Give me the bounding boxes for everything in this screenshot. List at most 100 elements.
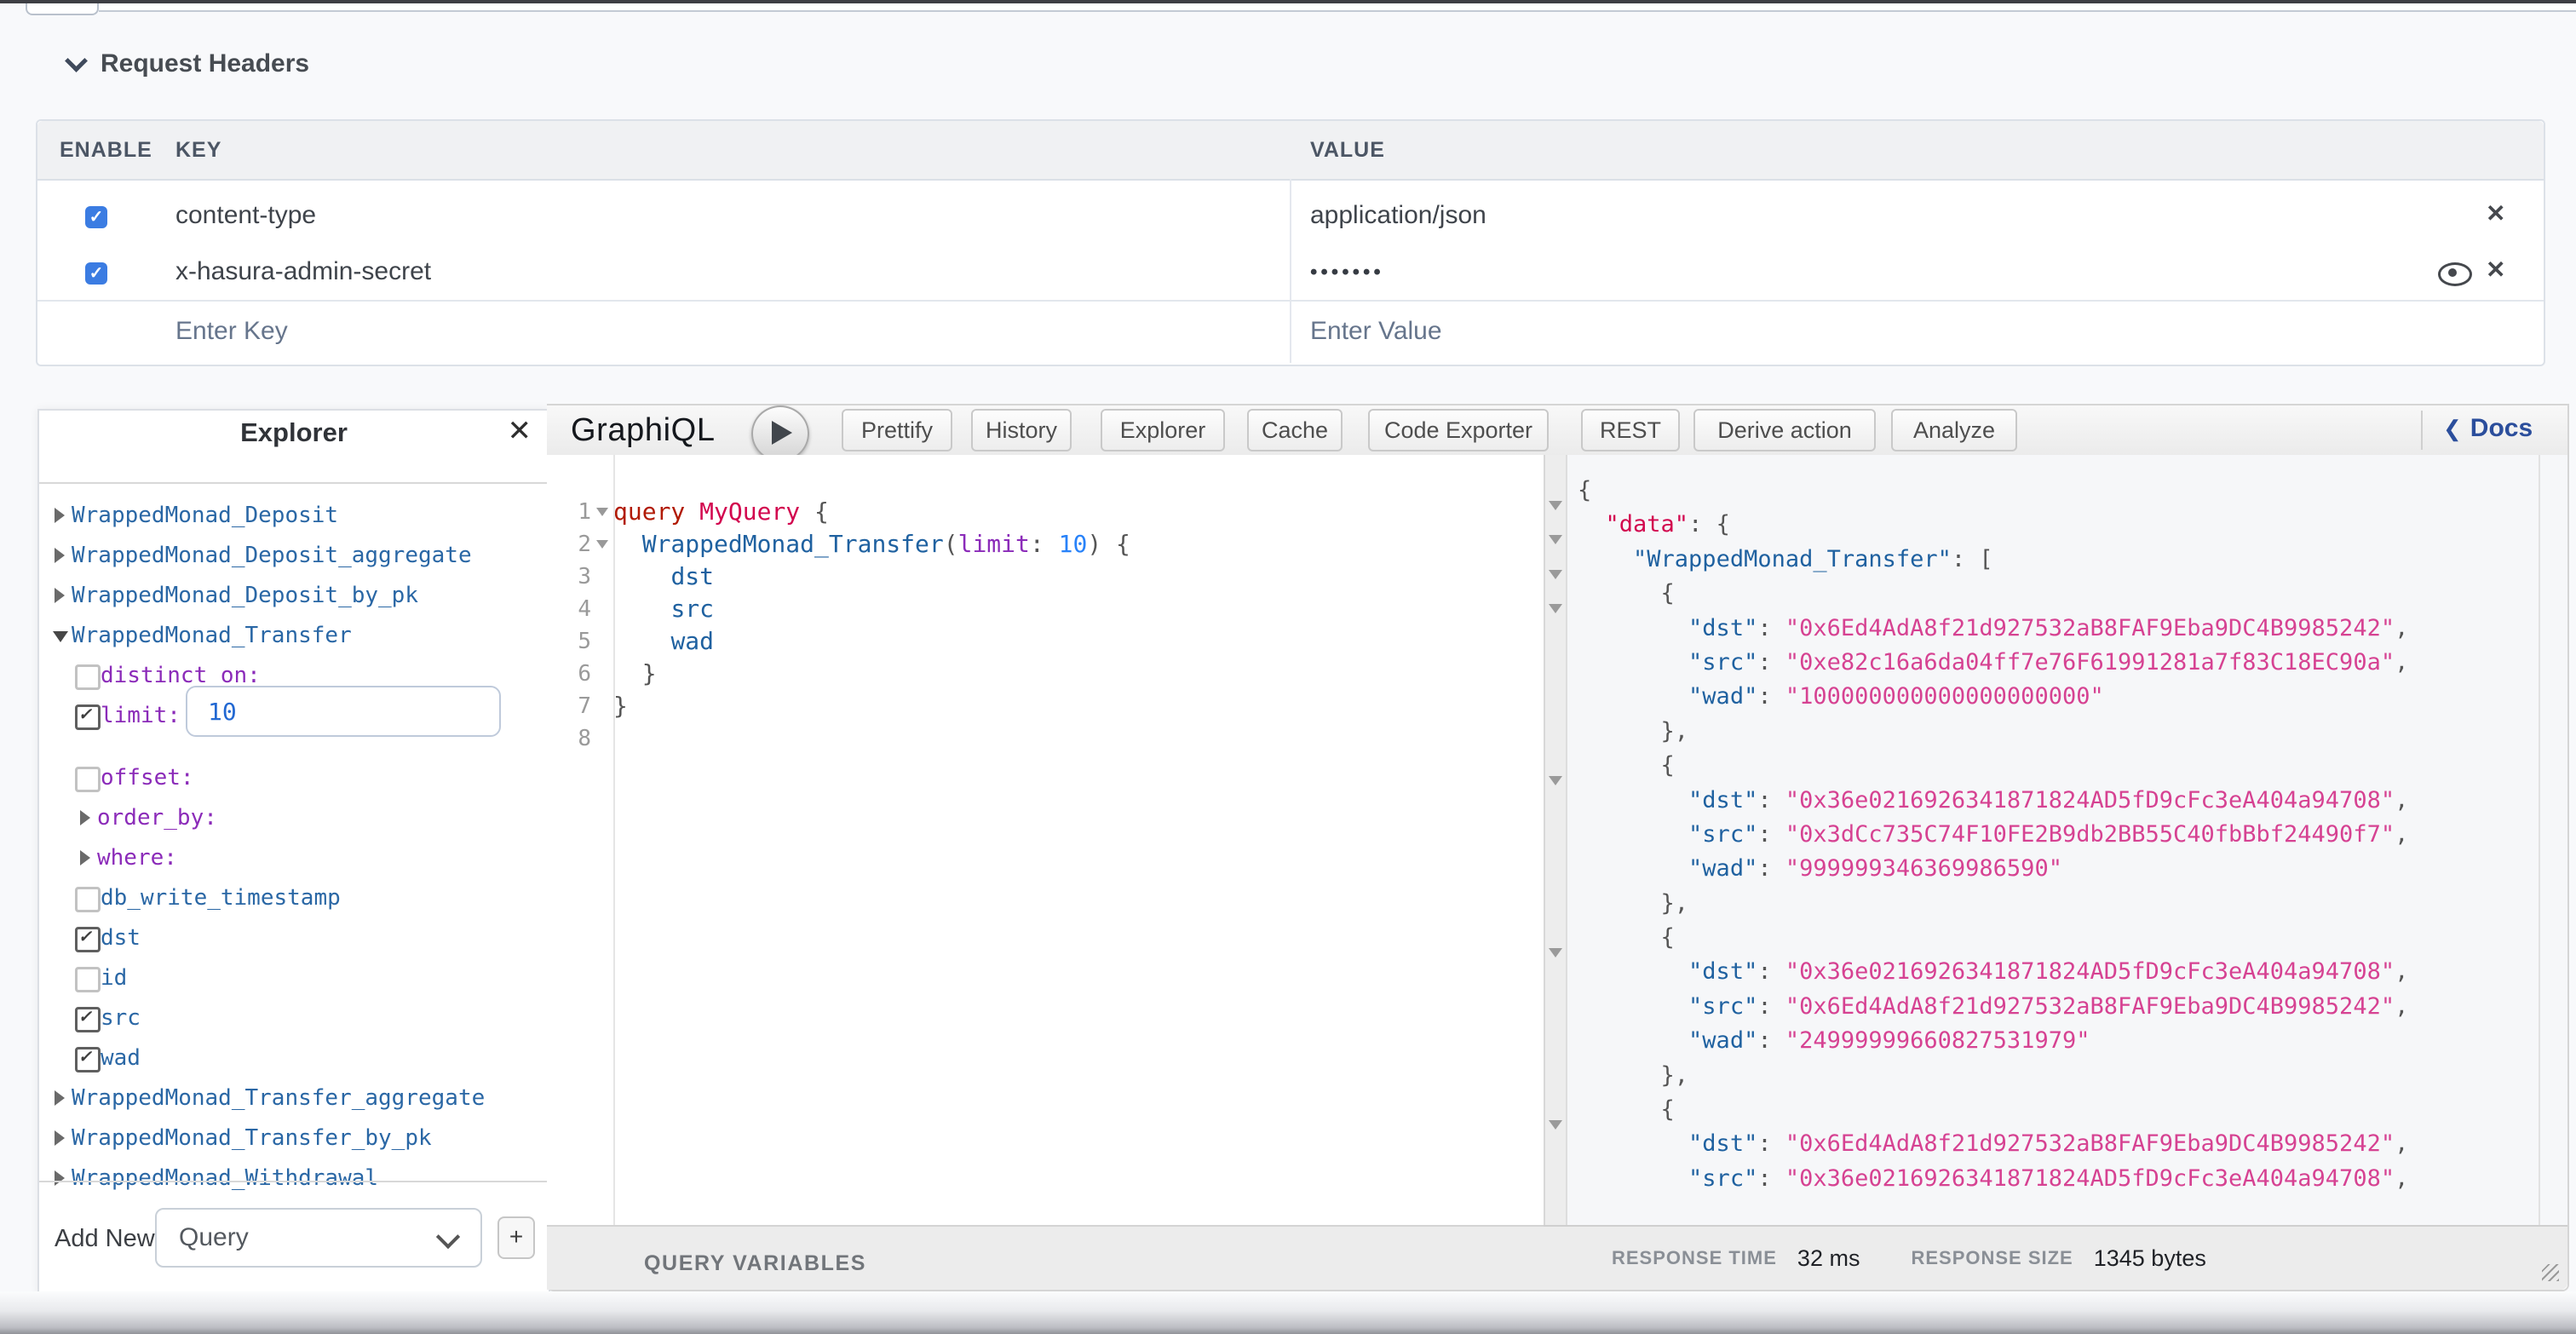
explorer-item-label[interactable]: src — [101, 1005, 141, 1031]
query-editor[interactable]: 1query MyQuery {2 WrappedMonad_Transfer(… — [547, 455, 1544, 1225]
fold-arrow-icon[interactable] — [1549, 604, 1562, 613]
reveal-eye-icon[interactable] — [2438, 262, 2472, 286]
fold-arrow-icon[interactable] — [1549, 1120, 1562, 1130]
header-key[interactable]: content-type — [175, 201, 316, 230]
explorer-item-label[interactable]: WrappedMonad_Transfer_aggregate — [72, 1085, 485, 1111]
execute-query-button[interactable] — [751, 405, 809, 462]
caret-right-icon[interactable] — [55, 588, 65, 603]
code-token — [1578, 787, 1688, 814]
code-token — [613, 627, 670, 655]
fold-arrow-icon[interactable] — [1549, 948, 1562, 957]
add-operation-button[interactable]: + — [497, 1216, 535, 1259]
caret-right-icon[interactable] — [80, 850, 90, 865]
explorer-item-label[interactable]: dst — [101, 925, 141, 951]
explorer-item[interactable]: id — [39, 967, 549, 1001]
code-token — [1578, 993, 1688, 1020]
enable-checkbox[interactable]: ✓ — [85, 262, 107, 285]
fold-arrow-icon[interactable] — [1549, 570, 1562, 579]
explorer-item[interactable]: WrappedMonad_Transfer_by_pk — [39, 1127, 549, 1161]
operation-type-select[interactable]: Query — [155, 1208, 482, 1268]
query-variables-bar[interactable]: QUERY VARIABLES — [547, 1225, 1544, 1290]
explorer-item-label[interactable]: WrappedMonad_Deposit_aggregate — [72, 543, 472, 568]
response-line: }, — [1567, 715, 2539, 749]
value-input-placeholder[interactable]: Enter Value — [1310, 317, 1442, 346]
limit-value-input[interactable]: 10 — [186, 686, 501, 737]
collapse-chevron-icon[interactable] — [68, 53, 83, 68]
explorer-item[interactable]: order_by: — [39, 807, 549, 841]
remove-header-icon[interactable]: ✕ — [2486, 256, 2505, 284]
key-input-placeholder[interactable]: Enter Key — [175, 317, 288, 346]
toolbar-button-cache[interactable]: Cache — [1247, 409, 1343, 451]
explorer-item-label[interactable]: WrappedMonad_Withdrawal — [72, 1165, 378, 1191]
explorer-item-label[interactable]: wad — [101, 1045, 141, 1071]
header-value[interactable]: ••••••• — [1310, 261, 1384, 285]
explorer-item[interactable]: src — [39, 1007, 549, 1041]
explorer-item[interactable]: WrappedMonad_Deposit — [39, 504, 549, 538]
caret-right-icon[interactable] — [55, 1090, 65, 1106]
fold-arrow-icon[interactable] — [1549, 776, 1562, 785]
explorer-item-label[interactable]: distinct_on: — [101, 663, 261, 688]
toolbar-button-explorer[interactable]: Explorer — [1101, 409, 1225, 451]
enable-checkbox[interactable]: ✓ — [85, 206, 107, 228]
caret-down-icon[interactable] — [53, 631, 68, 642]
explorer-item[interactable]: dst — [39, 927, 549, 961]
explorer-item[interactable]: wad — [39, 1047, 549, 1081]
header-key[interactable]: x-hasura-admin-secret — [175, 257, 431, 286]
response-scrollbar[interactable] — [2539, 455, 2567, 1225]
explorer-item-label[interactable]: WrappedMonad_Deposit_by_pk — [72, 583, 418, 608]
line-gutter: 8 — [547, 722, 613, 755]
page-bottom-gradient — [0, 1291, 2576, 1334]
caret-right-icon[interactable] — [55, 508, 65, 523]
fold-arrow-icon[interactable] — [596, 508, 608, 516]
caret-right-icon[interactable] — [55, 1130, 65, 1146]
checkbox-unchecked[interactable] — [75, 967, 101, 992]
explorer-item[interactable]: where: — [39, 847, 549, 881]
explorer-item-label[interactable]: offset: — [101, 765, 194, 791]
code-token: { — [1578, 477, 1591, 503]
checkbox-unchecked[interactable] — [75, 767, 101, 792]
toolbar-button-derive-action[interactable]: Derive action — [1693, 409, 1876, 451]
checkbox-checked[interactable] — [75, 1007, 101, 1032]
explorer-item[interactable]: WrappedMonad_Deposit_aggregate — [39, 544, 549, 578]
caret-right-icon[interactable] — [80, 810, 90, 825]
explorer-item-label[interactable]: db_write_timestamp — [101, 885, 341, 911]
fold-arrow-icon[interactable] — [596, 540, 608, 549]
resize-handle-icon[interactable] — [2542, 1264, 2559, 1281]
checkbox-unchecked[interactable] — [75, 887, 101, 912]
code-token: "0x6Ed4AdA8f21d927532aB8FAF9Eba9DC4B9985… — [1785, 615, 2395, 641]
checkbox-checked[interactable] — [75, 1047, 101, 1072]
explorer-item-label[interactable]: id — [101, 965, 127, 991]
close-icon[interactable]: ✕ — [508, 414, 532, 448]
toolbar-button-history[interactable]: History — [971, 409, 1072, 451]
fold-arrow-icon[interactable] — [1549, 535, 1562, 544]
remove-header-icon[interactable]: ✕ — [2486, 199, 2505, 227]
caret-right-icon[interactable] — [55, 1170, 65, 1186]
code-token: , — [2395, 1165, 2408, 1192]
explorer-item-label[interactable]: WrappedMonad_Transfer_by_pk — [72, 1125, 432, 1151]
explorer-item[interactable]: WrappedMonad_Transfer_aggregate — [39, 1087, 549, 1121]
code-token: MyQuery — [699, 497, 800, 526]
explorer-item[interactable]: limit:10 — [39, 704, 549, 739]
code-token: "src" — [1688, 821, 1757, 848]
toolbar-button-prettify[interactable]: Prettify — [842, 409, 952, 451]
fold-arrow-icon[interactable] — [1549, 501, 1562, 510]
explorer-item[interactable]: WrappedMonad_Transfer — [39, 624, 549, 658]
explorer-item[interactable]: WrappedMonad_Withdrawal — [39, 1167, 549, 1201]
docs-link[interactable]: ❮Docs — [2443, 414, 2533, 443]
explorer-item-label[interactable]: where: — [97, 845, 177, 871]
explorer-item-label[interactable]: order_by: — [97, 805, 217, 831]
toolbar-button-rest[interactable]: REST — [1581, 409, 1680, 451]
checkbox-checked[interactable] — [75, 927, 101, 952]
explorer-item-label[interactable]: WrappedMonad_Transfer — [72, 623, 352, 648]
explorer-item-label[interactable]: limit: — [101, 703, 181, 728]
toolbar-button-analyze[interactable]: Analyze — [1891, 409, 2017, 451]
header-value[interactable]: application/json — [1310, 201, 1486, 230]
caret-right-icon[interactable] — [55, 548, 65, 563]
explorer-item[interactable]: db_write_timestamp — [39, 887, 549, 921]
checkbox-checked[interactable] — [75, 704, 101, 730]
explorer-item[interactable]: WrappedMonad_Deposit_by_pk — [39, 584, 549, 618]
explorer-item[interactable]: offset: — [39, 767, 549, 801]
explorer-item-label[interactable]: WrappedMonad_Deposit — [72, 503, 338, 528]
toolbar-button-code-exporter[interactable]: Code Exporter — [1368, 409, 1549, 451]
checkbox-unchecked[interactable] — [75, 664, 101, 690]
